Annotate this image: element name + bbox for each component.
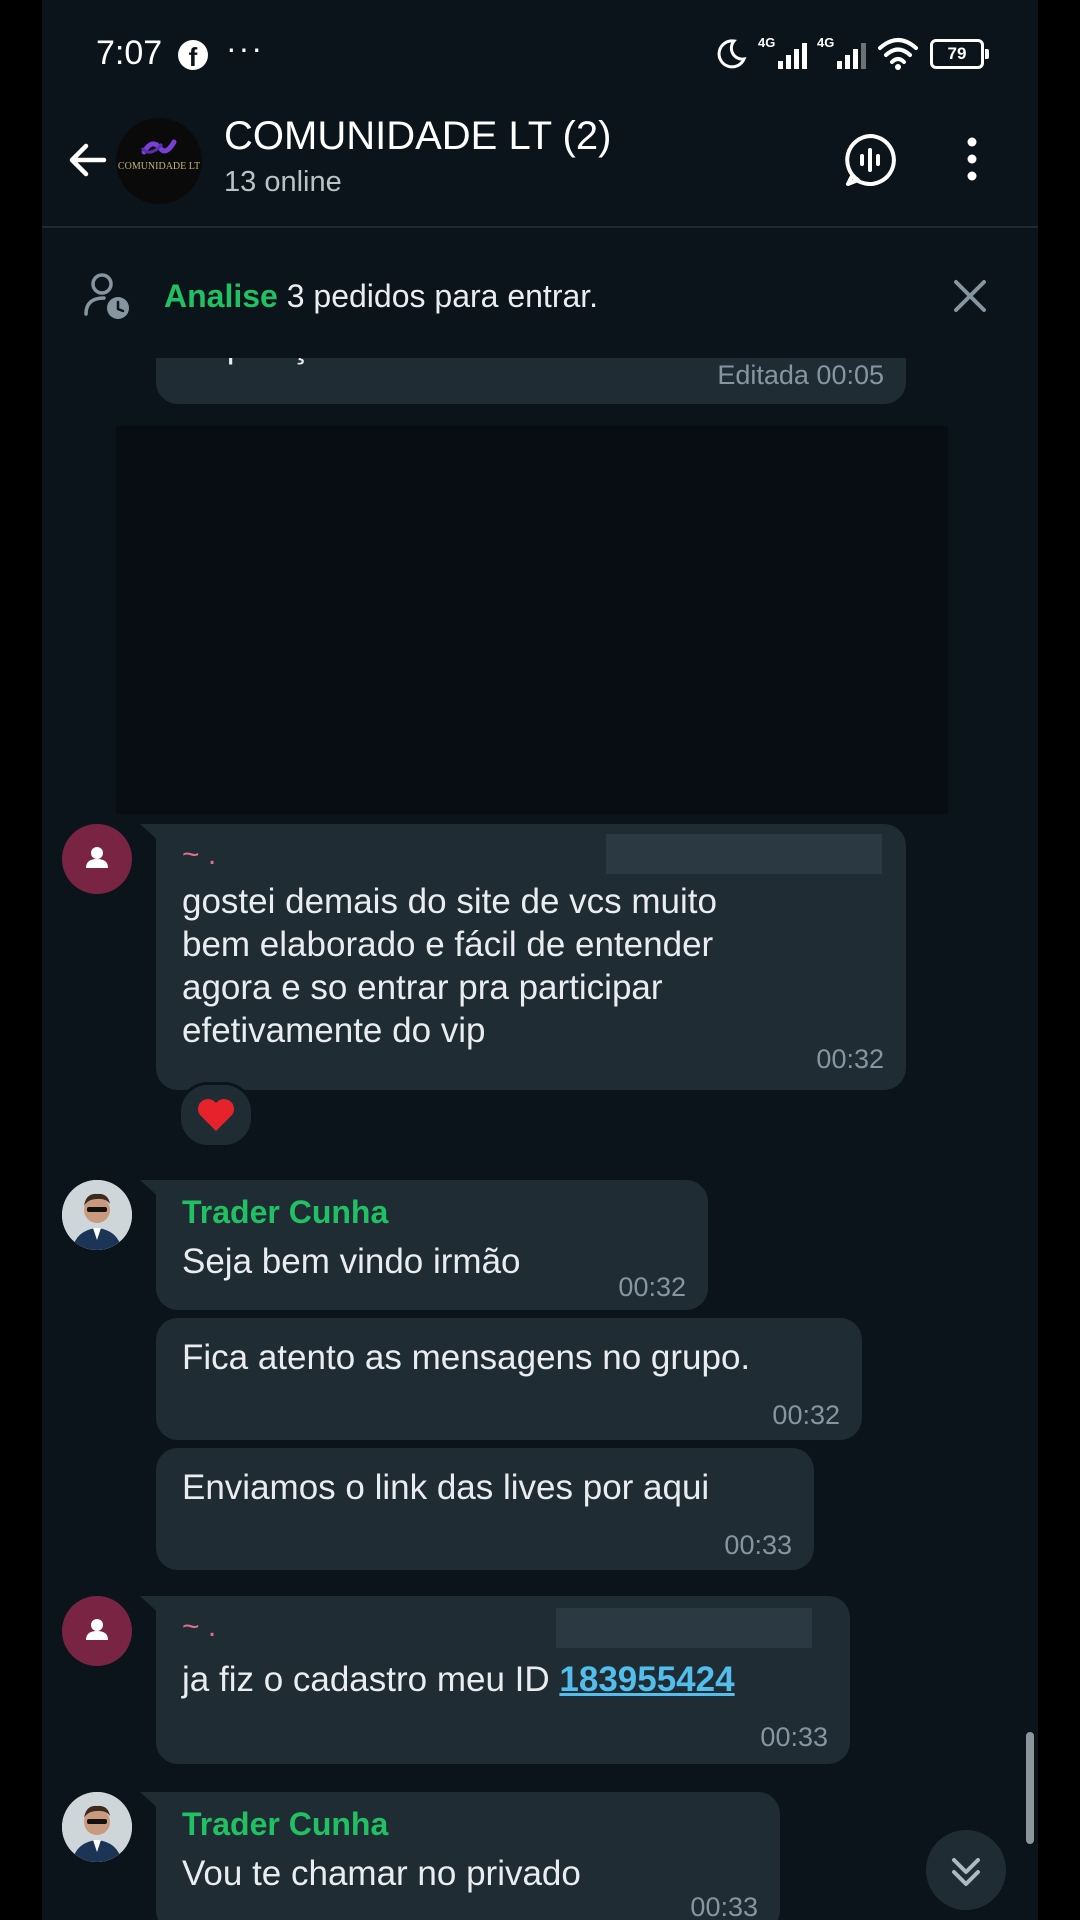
double-chevron-down-icon bbox=[952, 1858, 980, 1886]
profile-photo-icon bbox=[62, 1180, 132, 1250]
message-time: Editada 00:05 bbox=[717, 360, 884, 390]
avatar[interactable] bbox=[62, 1596, 132, 1666]
message-text: Fica atento as mensagens no grupo. bbox=[182, 1338, 751, 1377]
profile-photo-icon bbox=[62, 1792, 132, 1862]
sender-name[interactable]: Trader Cunha bbox=[182, 1194, 388, 1231]
message-text: Vou te chamar no privado bbox=[182, 1854, 581, 1893]
do-not-disturb-icon bbox=[717, 39, 747, 69]
message-time: 00:33 bbox=[760, 1722, 828, 1752]
user-icon bbox=[86, 1619, 108, 1640]
message-bubble[interactable]: Enviamos o link das lives por aqui 00:33 bbox=[156, 1448, 814, 1570]
message-list[interactable]: disposição. Editada 00:05 ~ . gostei dem… bbox=[42, 358, 1038, 1920]
chat-header: COMUNIDADE LT COMUNIDADE LT (2) 13 onlin… bbox=[42, 110, 1038, 228]
battery-icon: 79 bbox=[930, 39, 989, 69]
message-time: 00:32 bbox=[618, 1272, 686, 1302]
sender-name[interactable]: ~ . bbox=[182, 838, 216, 872]
redacted-phone bbox=[556, 1608, 812, 1648]
screen: 7:07 f ··· 4G 4G 79 COMUNIDADE LT COMUNI… bbox=[0, 0, 1080, 1920]
message-text-content: ja fiz o cadastro meu ID bbox=[182, 1660, 560, 1699]
message-bubble[interactable]: ~ . ja fiz o cadastro meu ID 183955424 0… bbox=[156, 1596, 850, 1764]
more-options-icon[interactable] bbox=[962, 134, 982, 184]
redacted-phone bbox=[606, 834, 882, 874]
message-text: Enviamos o link das lives por aqui bbox=[182, 1468, 710, 1507]
message-time: 00:33 bbox=[724, 1530, 792, 1560]
pending-user-icon bbox=[84, 273, 129, 319]
message-bubble[interactable]: disposição. Editada 00:05 bbox=[156, 358, 906, 404]
chat-app: 7:07 f ··· 4G 4G 79 COMUNIDADE LT COMUNI… bbox=[42, 0, 1038, 1920]
signal-label: 4G bbox=[758, 35, 776, 50]
message-time: 00:33 bbox=[690, 1892, 758, 1920]
chat-title[interactable]: COMUNIDADE LT (2) bbox=[224, 114, 611, 159]
sender-name[interactable]: Trader Cunha bbox=[182, 1806, 388, 1843]
back-arrow-icon[interactable] bbox=[64, 136, 112, 184]
message-bubble[interactable]: ~ . gostei demais do site de vcs muito b… bbox=[156, 824, 906, 1090]
left-edge bbox=[0, 0, 42, 1920]
signal-icon: 4G bbox=[758, 35, 807, 69]
group-logo-text: COMUNIDADE LT bbox=[117, 161, 201, 172]
heart-icon bbox=[198, 1099, 234, 1131]
message-line: agora e so entrar pra participar bbox=[182, 968, 663, 1007]
join-requests-text: Analise 3 pedidos para entrar. bbox=[164, 278, 598, 315]
avatar[interactable] bbox=[62, 824, 132, 894]
status-time: 7:07 bbox=[96, 34, 163, 72]
sender-name[interactable]: ~ . bbox=[182, 1610, 216, 1644]
voice-chat-icon[interactable] bbox=[842, 132, 898, 188]
message-bubble[interactable]: Fica atento as mensagens no grupo. 00:32 bbox=[156, 1318, 862, 1440]
message-line: efetivamente do vip bbox=[182, 1011, 486, 1050]
avatar[interactable] bbox=[62, 1792, 132, 1862]
avatar[interactable] bbox=[62, 1180, 132, 1250]
message-bubble[interactable]: Trader Cunha Vou te chamar no privado 00… bbox=[156, 1792, 780, 1920]
more-notifications-icon: ··· bbox=[226, 30, 264, 66]
status-bar: 7:07 f ··· 4G 4G 79 bbox=[42, 0, 1038, 110]
scrollbar[interactable] bbox=[1026, 1732, 1034, 1844]
wifi-icon bbox=[878, 38, 918, 70]
join-requests-count: 3 pedidos para entrar. bbox=[277, 278, 599, 314]
right-edge bbox=[1038, 0, 1080, 1920]
review-link[interactable]: Analise bbox=[164, 278, 278, 314]
message-bubble[interactable]: Trader Cunha Seja bem vindo irmão 00:32 bbox=[156, 1180, 708, 1310]
scroll-to-bottom-button[interactable] bbox=[926, 1830, 1006, 1910]
message-time: 00:32 bbox=[772, 1400, 840, 1430]
id-link[interactable]: 183955424 bbox=[559, 1660, 734, 1699]
status-icons: 4G 4G 79 bbox=[714, 35, 989, 72]
reaction-badge[interactable] bbox=[178, 1082, 254, 1148]
message-text: disposição. bbox=[182, 358, 357, 367]
message-time: 00:32 bbox=[816, 1044, 884, 1074]
user-icon bbox=[86, 847, 108, 868]
message-text: ja fiz o cadastro meu ID 183955424 bbox=[182, 1658, 735, 1701]
group-avatar[interactable]: COMUNIDADE LT bbox=[116, 118, 202, 204]
media-image[interactable] bbox=[116, 426, 948, 814]
signal-label-2: 4G bbox=[817, 35, 835, 50]
close-icon[interactable] bbox=[950, 276, 990, 316]
online-count: 13 online bbox=[224, 166, 342, 198]
join-requests-banner[interactable]: Analise 3 pedidos para entrar. bbox=[42, 228, 1038, 358]
message-line: gostei demais do site de vcs muito bbox=[182, 882, 717, 921]
message-text: gostei demais do site de vcs muito bem e… bbox=[182, 880, 717, 1052]
signal-icon-2: 4G bbox=[817, 35, 866, 69]
message-line: bem elaborado e fácil de entender bbox=[182, 925, 714, 964]
message-text: Seja bem vindo irmão bbox=[182, 1242, 521, 1281]
facebook-icon: f bbox=[178, 40, 208, 72]
